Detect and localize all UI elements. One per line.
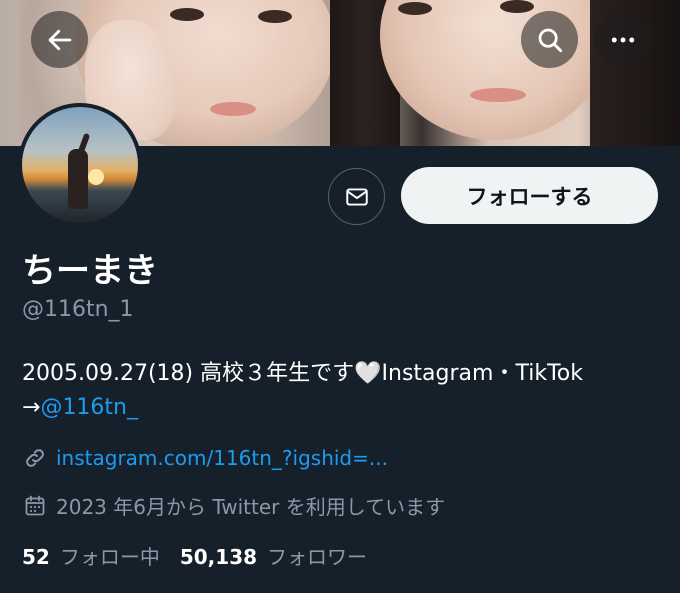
banner-photo-part — [170, 8, 204, 21]
heart-emoji: 🤍 — [354, 361, 382, 386]
profile-link-row[interactable]: instagram.com/116tn_?igshid=... — [22, 445, 388, 471]
banner-photo-part — [398, 2, 432, 15]
search-button[interactable] — [521, 11, 578, 68]
bio-text-tail: Instagram・TikTok — [381, 361, 583, 386]
following-label: フォロー中 — [59, 545, 160, 569]
more-horizontal-icon — [611, 37, 634, 42]
bio-line-1: 2005.09.27(18) 高校３年生です🤍Instagram・TikTok — [22, 357, 583, 391]
banner-photo-part — [380, 0, 610, 140]
following-link[interactable]: 52 フォロー中 — [22, 541, 160, 570]
bio-text: 2005.09.27(18) 高校３年生です — [22, 361, 355, 386]
joined-date: 2023 年6月から Twitter を利用しています — [56, 495, 446, 519]
following-count: 52 — [22, 545, 50, 569]
followers-label: フォロワー — [267, 545, 368, 569]
envelope-icon — [345, 187, 368, 206]
more-button[interactable] — [594, 11, 651, 68]
arrow-left-icon — [48, 29, 71, 50]
search-icon — [538, 28, 562, 52]
calendar-icon — [22, 493, 48, 519]
avatar-photo-part — [88, 169, 104, 185]
banner-photo-part — [470, 88, 526, 102]
message-button[interactable] — [328, 168, 385, 225]
joined-row: 2023 年6月から Twitter を利用しています — [22, 491, 445, 520]
avatar-photo-part — [68, 149, 88, 209]
bio-mention-link[interactable]: @116tn_ — [40, 395, 138, 420]
bio: 2005.09.27(18) 高校３年生です🤍Instagram・TikTok … — [22, 357, 583, 425]
back-button[interactable] — [31, 11, 88, 68]
followers-link[interactable]: 50,138 フォロワー — [180, 541, 367, 570]
link-icon — [22, 445, 48, 471]
banner-photo-part — [258, 10, 292, 23]
user-handle: @116tn_1 — [22, 297, 134, 322]
display-name: ちーまき — [22, 251, 158, 291]
followers-count: 50,138 — [179, 545, 258, 569]
bio-arrow: → — [22, 395, 41, 420]
banner-photo-part — [500, 0, 534, 13]
bio-line-2: →@116tn_ — [22, 391, 583, 425]
follow-button[interactable]: フォローする — [401, 167, 658, 224]
avatar[interactable] — [18, 103, 142, 227]
banner-photo-part — [210, 102, 256, 116]
follow-stats: 52 フォロー中 50,138 フォロワー — [22, 541, 367, 570]
profile-link[interactable]: instagram.com/116tn_?igshid=... — [56, 446, 388, 470]
